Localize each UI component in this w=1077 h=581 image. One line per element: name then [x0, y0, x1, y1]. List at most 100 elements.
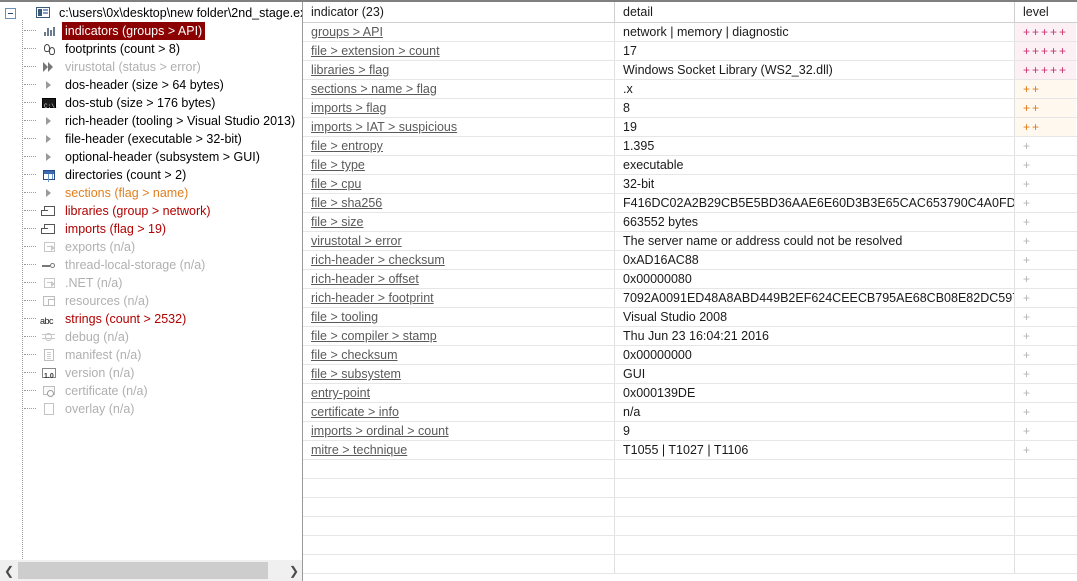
- tree-item-indicators[interactable]: indicators (groups > API): [0, 22, 302, 40]
- tree-item-exports[interactable]: exports (n/a): [0, 238, 302, 256]
- cell-indicator[interactable]: entry-point: [303, 384, 615, 402]
- table-row[interactable]: imports > ordinal > count 9 +: [303, 422, 1077, 441]
- table-row[interactable]: file > entropy 1.395 +: [303, 137, 1077, 156]
- table-row[interactable]: file > size 663552 bytes +: [303, 213, 1077, 232]
- table-row[interactable]: groups > API network | memory | diagnosti…: [303, 23, 1077, 42]
- table-row[interactable]: file > compiler > stamp Thu Jun 23 16:04:…: [303, 327, 1077, 346]
- cell-indicator[interactable]: file > sha256: [303, 194, 615, 212]
- cell-indicator[interactable]: file > compiler > stamp: [303, 327, 615, 345]
- table-empty-row[interactable]: [303, 536, 1077, 555]
- tree-item-dos-header[interactable]: dos-header (size > 64 bytes): [0, 76, 302, 94]
- indicator-link[interactable]: virustotal > error: [311, 234, 402, 248]
- indicator-link[interactable]: libraries > flag: [311, 63, 389, 77]
- tree-item-thread-local-storage[interactable]: thread-local-storage (n/a): [0, 256, 302, 274]
- cell-indicator[interactable]: file > checksum: [303, 346, 615, 364]
- tree-item-imports[interactable]: imports (flag > 19): [0, 220, 302, 238]
- scroll-left-arrow-icon[interactable]: ❮: [0, 560, 18, 581]
- indicator-link[interactable]: file > checksum: [311, 348, 398, 362]
- tree-item-version[interactable]: version (n/a): [0, 364, 302, 386]
- tree-item-dos-stub[interactable]: dos-stub (size > 176 bytes): [0, 94, 302, 116]
- cell-indicator[interactable]: file > type: [303, 156, 615, 174]
- indicator-link[interactable]: file > subsystem: [311, 367, 401, 381]
- tree-item-dotnet[interactable]: .NET (n/a): [0, 274, 302, 292]
- indicator-link[interactable]: mitre > technique: [311, 443, 407, 457]
- tree-item-overlay[interactable]: overlay (n/a): [0, 400, 302, 418]
- table-row[interactable]: mitre > technique T1055 | T1027 | T1106 +: [303, 441, 1077, 460]
- table-empty-row[interactable]: [303, 498, 1077, 517]
- tree-item-debug[interactable]: debug (n/a): [0, 328, 302, 346]
- indicator-link[interactable]: certificate > info: [311, 405, 399, 419]
- cell-indicator[interactable]: sections > name > flag: [303, 80, 615, 98]
- table-row[interactable]: imports > flag 8 ++: [303, 99, 1077, 118]
- tree-item-directories[interactable]: directories (count > 2): [0, 166, 302, 184]
- indicator-link[interactable]: file > entropy: [311, 139, 383, 153]
- table-row[interactable]: file > cpu 32-bit +: [303, 175, 1077, 194]
- indicator-link[interactable]: file > type: [311, 158, 365, 172]
- cell-indicator[interactable]: libraries > flag: [303, 61, 615, 79]
- tree-item-manifest[interactable]: manifest (n/a): [0, 346, 302, 364]
- table-row[interactable]: file > subsystem GUI +: [303, 365, 1077, 384]
- cell-indicator[interactable]: virustotal > error: [303, 232, 615, 250]
- column-header-indicator[interactable]: indicator (23): [303, 2, 615, 22]
- table-row[interactable]: file > sha256 F416DC02A2B29CB5E5BD36AAE6E…: [303, 194, 1077, 213]
- indicator-link[interactable]: imports > flag: [311, 101, 386, 115]
- scroll-right-arrow-icon[interactable]: ❯: [285, 560, 302, 581]
- table-empty-row[interactable]: [303, 479, 1077, 498]
- table-row[interactable]: file > checksum 0x00000000 +: [303, 346, 1077, 365]
- indicator-link[interactable]: file > cpu: [311, 177, 361, 191]
- table-row[interactable]: rich-header > footprint 7092A0091ED48A8AB…: [303, 289, 1077, 308]
- tree-item-rich-header[interactable]: rich-header (tooling > Visual Studio 201…: [0, 112, 302, 130]
- tree-horizontal-scrollbar[interactable]: ❮ ❯: [0, 559, 302, 581]
- tree-item-resources[interactable]: resources (n/a): [0, 292, 302, 310]
- table-row[interactable]: file > type executable +: [303, 156, 1077, 175]
- table-row[interactable]: imports > IAT > suspicious 19 ++: [303, 118, 1077, 137]
- cell-indicator[interactable]: imports > IAT > suspicious: [303, 118, 615, 136]
- table-empty-row[interactable]: [303, 555, 1077, 574]
- cell-indicator[interactable]: imports > flag: [303, 99, 615, 117]
- indicator-link[interactable]: sections > name > flag: [311, 82, 437, 96]
- indicator-link[interactable]: rich-header > footprint: [311, 291, 434, 305]
- tree-item-optional-header[interactable]: optional-header (subsystem > GUI): [0, 148, 302, 166]
- column-header-detail[interactable]: detail: [615, 2, 1015, 22]
- table-row[interactable]: virustotal > error The server name or add…: [303, 232, 1077, 251]
- table-row[interactable]: rich-header > checksum 0xAD16AC88 +: [303, 251, 1077, 270]
- tree-item-file-header[interactable]: file-header (executable > 32-bit): [0, 130, 302, 148]
- indicator-link[interactable]: file > size: [311, 215, 363, 229]
- indicator-link[interactable]: imports > IAT > suspicious: [311, 120, 457, 134]
- indicator-link[interactable]: groups > API: [311, 25, 383, 39]
- cell-indicator[interactable]: imports > ordinal > count: [303, 422, 615, 440]
- cell-indicator[interactable]: mitre > technique: [303, 441, 615, 459]
- column-header-level[interactable]: level: [1015, 2, 1076, 22]
- cell-indicator[interactable]: rich-header > footprint: [303, 289, 615, 307]
- collapse-box-icon[interactable]: [5, 7, 16, 19]
- tree-item-virustotal[interactable]: virustotal (status > error): [0, 58, 302, 76]
- tree-item-certificate[interactable]: certificate (n/a): [0, 382, 302, 400]
- tree-item-sections[interactable]: sections (flag > name): [0, 184, 302, 202]
- table-row[interactable]: sections > name > flag .x ++: [303, 80, 1077, 99]
- expander-triangle-icon[interactable]: [40, 77, 58, 93]
- expander-triangle-icon[interactable]: [40, 149, 58, 165]
- cell-indicator[interactable]: file > subsystem: [303, 365, 615, 383]
- indicator-link[interactable]: rich-header > offset: [311, 272, 419, 286]
- cell-indicator[interactable]: rich-header > offset: [303, 270, 615, 288]
- indicator-link[interactable]: rich-header > checksum: [311, 253, 445, 267]
- indicator-link[interactable]: file > extension > count: [311, 44, 440, 58]
- indicator-link[interactable]: file > sha256: [311, 196, 382, 210]
- indicator-link[interactable]: file > tooling: [311, 310, 378, 324]
- scrollbar-track[interactable]: [18, 560, 285, 581]
- table-empty-row[interactable]: [303, 517, 1077, 536]
- cell-indicator[interactable]: certificate > info: [303, 403, 615, 421]
- cell-indicator[interactable]: file > tooling: [303, 308, 615, 326]
- cell-indicator[interactable]: file > extension > count: [303, 42, 615, 60]
- indicator-link[interactable]: imports > ordinal > count: [311, 424, 449, 438]
- expander-triangle-icon[interactable]: [40, 113, 58, 129]
- expander-triangle-icon[interactable]: [40, 131, 58, 147]
- cell-indicator[interactable]: file > cpu: [303, 175, 615, 193]
- table-empty-row[interactable]: [303, 460, 1077, 479]
- tree-root-node[interactable]: c:\users\0x\desktop\new folder\2nd_stage…: [0, 4, 302, 22]
- expander-triangle-icon[interactable]: [40, 185, 58, 201]
- tree-item-footprints[interactable]: footprints (count > 8): [0, 40, 302, 58]
- indicator-link[interactable]: entry-point: [311, 386, 370, 400]
- table-row[interactable]: rich-header > offset 0x00000080 +: [303, 270, 1077, 289]
- indicator-link[interactable]: file > compiler > stamp: [311, 329, 437, 343]
